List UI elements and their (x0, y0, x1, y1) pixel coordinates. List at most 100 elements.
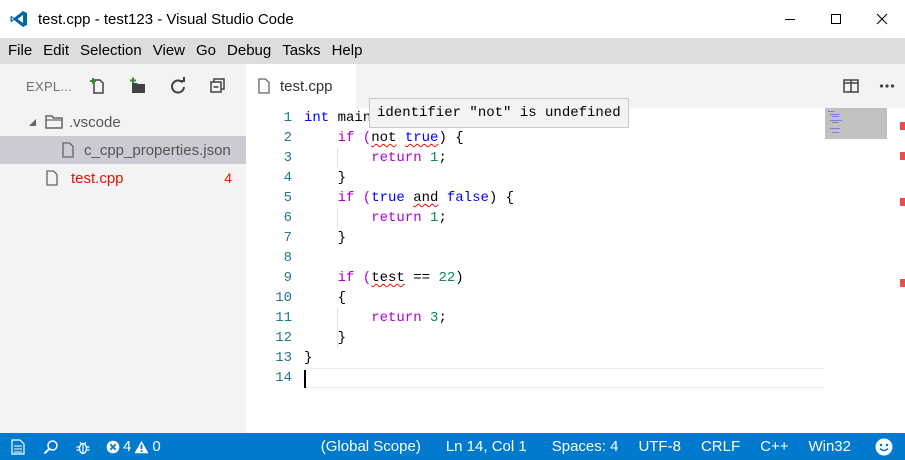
expanded-arrow-icon[interactable] (25, 118, 39, 127)
punctuation-token: } (304, 170, 347, 186)
minimize-icon (785, 19, 795, 20)
error-marker (900, 152, 905, 160)
line-number: 9 (283, 270, 292, 286)
line-number: 4 (283, 170, 292, 186)
line-number: 6 (283, 210, 292, 226)
problems-indicator[interactable]: 4 0 (100, 438, 170, 455)
line-number: 12 (275, 330, 292, 346)
bug-icon (76, 441, 90, 454)
vscode-logo-icon (0, 0, 38, 38)
feedback-button[interactable] (863, 433, 905, 460)
tab-test-cpp[interactable]: test.cpp (246, 64, 356, 108)
error-hover-tooltip: identifier "not" is undefined (369, 98, 629, 128)
menu-edit[interactable]: Edit (38, 38, 74, 64)
close-button[interactable] (859, 0, 905, 38)
code-line: { (304, 288, 825, 308)
error-marker (900, 198, 905, 206)
error-marker (900, 122, 905, 130)
line-number: 8 (283, 250, 292, 266)
code-editor[interactable]: 1 2 3 4 5 6 7 8 9 10 11 12 13 14 int mai… (246, 108, 905, 433)
minimap-line (832, 116, 839, 117)
punctuation-token: } (304, 230, 347, 246)
tree-folder-vscode[interactable]: .vscode (0, 108, 246, 136)
indentation-indicator[interactable]: Spaces: 4 (543, 433, 630, 460)
code-line: if (test == 22) (304, 268, 825, 288)
collapse-all-icon (210, 78, 225, 93)
line-number: 2 (283, 130, 292, 146)
minimap-line (832, 132, 839, 133)
tree-file-test-cpp[interactable]: test.cpp 4 (0, 164, 246, 192)
more-actions-button[interactable] (869, 68, 905, 104)
minimap-line (828, 111, 834, 112)
file-icon (258, 78, 270, 94)
error-icon (106, 440, 120, 453)
file-icon (46, 170, 58, 186)
minimap[interactable] (825, 108, 887, 139)
keyword-token: return (371, 310, 422, 326)
maximize-button[interactable] (813, 0, 859, 38)
menu-file[interactable]: File (3, 38, 37, 64)
punctuation-token: ; (438, 310, 447, 326)
close-icon (876, 13, 888, 25)
new-folder-icon (130, 77, 145, 93)
number-token: 22 (438, 270, 456, 286)
search-icon (43, 439, 58, 454)
file-icon (62, 142, 74, 158)
scope-indicator[interactable]: (Global Scope) (312, 433, 437, 460)
menu-tasks[interactable]: Tasks (277, 38, 325, 64)
refresh-button[interactable] (164, 72, 192, 100)
title-bar: test.cpp - test123 - Visual Studio Code (0, 0, 905, 38)
explorer-header: EXPL... (0, 64, 246, 108)
debug-button[interactable] (66, 433, 100, 460)
tree-label: c_cpp_properties.json (84, 141, 231, 159)
search-button[interactable] (36, 433, 66, 460)
split-editor-button[interactable] (833, 68, 869, 104)
menu-view[interactable]: View (148, 38, 190, 64)
collapse-all-button[interactable] (204, 72, 232, 100)
minimize-button[interactable] (767, 0, 813, 38)
line-number: 7 (283, 230, 292, 246)
new-file-button[interactable] (84, 72, 112, 100)
output-button[interactable] (0, 433, 36, 460)
punctuation-token: ) { (488, 190, 515, 206)
code-line: if (true and false) { (304, 188, 825, 208)
current-line[interactable] (304, 368, 825, 388)
cursor-position[interactable]: Ln 14, Col 1 (437, 433, 543, 460)
tree-file-c-cpp-properties[interactable]: c_cpp_properties.json (0, 136, 246, 164)
language-mode[interactable]: C++ (751, 433, 799, 460)
line-number: 3 (283, 150, 292, 166)
indent-token (304, 310, 371, 326)
operator-token: == (404, 270, 439, 286)
menu-debug[interactable]: Debug (222, 38, 276, 64)
keyword-token: return (371, 210, 422, 226)
menu-help[interactable]: Help (327, 38, 368, 64)
keyword-token: false (446, 190, 489, 206)
code-line: return 3; (304, 308, 825, 328)
keyword-token: if ( (304, 190, 372, 206)
keyword-token: true (371, 190, 405, 206)
code-line: return 1; (304, 148, 825, 168)
punctuation-token: { (304, 290, 347, 306)
error-marker (900, 279, 905, 287)
code-area[interactable]: int main if (not true) { return 1; } if … (304, 108, 825, 388)
line-number: 14 (275, 370, 292, 386)
minimap-line (830, 128, 840, 129)
eol-indicator[interactable]: CRLF (692, 433, 751, 460)
error-token: and (413, 190, 439, 206)
tree-label: .vscode (69, 113, 121, 131)
menu-go[interactable]: Go (191, 38, 221, 64)
keyword-token: int (304, 110, 330, 126)
new-folder-button[interactable] (124, 72, 152, 100)
overview-ruler[interactable] (887, 108, 905, 433)
keyword-token: return (371, 150, 422, 166)
line-number: 10 (275, 290, 292, 306)
code-line: if (not true) { (304, 128, 825, 148)
encoding-indicator[interactable]: UTF-8 (629, 433, 692, 460)
menu-selection[interactable]: Selection (75, 38, 147, 64)
minimap-line (830, 120, 842, 121)
code-line: } (304, 168, 825, 188)
platform-indicator[interactable]: Win32 (799, 433, 863, 460)
punctuation-token: ; (438, 210, 447, 226)
punctuation-token: ) { (438, 130, 464, 146)
